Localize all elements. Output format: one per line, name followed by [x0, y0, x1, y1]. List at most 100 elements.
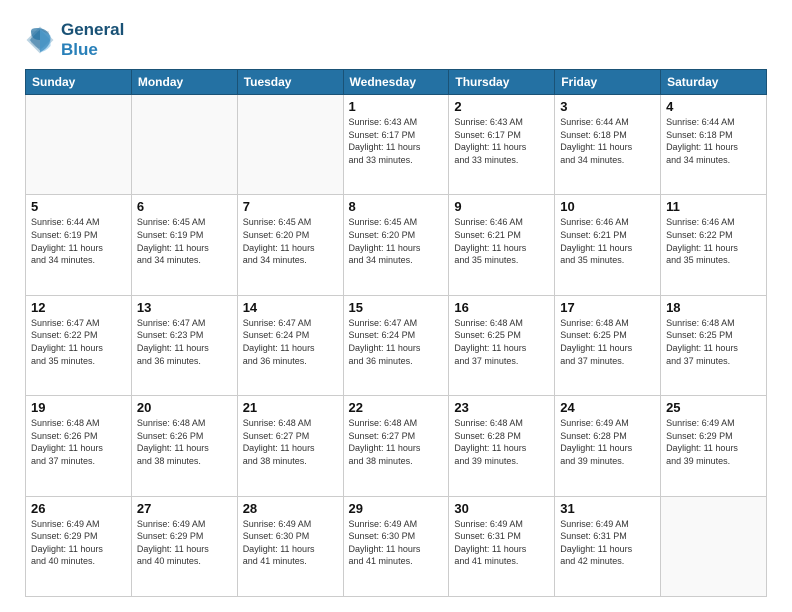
day-info: Sunrise: 6:46 AM Sunset: 6:21 PM Dayligh…: [560, 216, 655, 266]
day-number: 29: [349, 501, 444, 516]
calendar-cell: 5Sunrise: 6:44 AM Sunset: 6:19 PM Daylig…: [26, 195, 132, 295]
day-number: 19: [31, 400, 126, 415]
day-number: 1: [349, 99, 444, 114]
weekday-header-wednesday: Wednesday: [343, 70, 449, 95]
day-number: 7: [243, 199, 338, 214]
calendar-week-4: 19 Sunrise: 6:48 AM Sunset: 6:26 PM Dayli…: [26, 396, 767, 496]
weekday-header-tuesday: Tuesday: [237, 70, 343, 95]
day-number: 17: [560, 300, 655, 315]
logo-text: General Blue: [61, 20, 124, 59]
calendar-cell: 25Sunrise: 6:49 AM Sunset: 6:29 PM Dayli…: [661, 396, 767, 496]
day-number: 24: [560, 400, 655, 415]
day-number: 2: [454, 99, 549, 114]
day-info: Sunrise: 6:46 AM Sunset: 6:22 PM Dayligh…: [666, 216, 761, 266]
calendar-cell: 31 Sunrise: 6:49 AM Sunset: 6:31 PM Dayli…: [555, 496, 661, 596]
day-number: 30: [454, 501, 549, 516]
calendar-cell: 20Sunrise: 6:48 AM Sunset: 6:26 PM Dayli…: [131, 396, 237, 496]
calendar-cell: 27 Sunrise: 6:49 AM Sunset: 6:29 PM Dayli…: [131, 496, 237, 596]
calendar-cell: [26, 95, 132, 195]
day-number: 31: [560, 501, 655, 516]
day-info: Sunrise: 6:47 AM Sunset: 6:22 PM Dayligh…: [31, 317, 126, 367]
calendar-cell: 18 Sunrise: 6:48 AM Sunset: 6:25 PM Dayli…: [661, 295, 767, 395]
day-number: 11: [666, 199, 761, 214]
day-info: Sunrise: 6:49 AM Sunset: 6:30 PM Dayligh…: [349, 518, 444, 568]
day-number: 9: [454, 199, 549, 214]
day-number: 5: [31, 199, 126, 214]
header: General Blue: [25, 20, 767, 59]
calendar-cell: 26 Sunrise: 6:49 AM Sunset: 6:29 PM Dayli…: [26, 496, 132, 596]
day-number: 21: [243, 400, 338, 415]
day-info: Sunrise: 6:48 AM Sunset: 6:26 PM Dayligh…: [31, 417, 126, 467]
weekday-header-friday: Friday: [555, 70, 661, 95]
day-info: Sunrise: 6:46 AM Sunset: 6:21 PM Dayligh…: [454, 216, 549, 266]
day-number: 10: [560, 199, 655, 214]
weekday-header-saturday: Saturday: [661, 70, 767, 95]
day-number: 26: [31, 501, 126, 516]
calendar-table: SundayMondayTuesdayWednesdayThursdayFrid…: [25, 69, 767, 597]
day-info: Sunrise: 6:49 AM Sunset: 6:29 PM Dayligh…: [666, 417, 761, 467]
day-info: Sunrise: 6:47 AM Sunset: 6:24 PM Dayligh…: [349, 317, 444, 367]
day-info: Sunrise: 6:49 AM Sunset: 6:29 PM Dayligh…: [137, 518, 232, 568]
calendar-week-5: 26 Sunrise: 6:49 AM Sunset: 6:29 PM Dayli…: [26, 496, 767, 596]
day-info: Sunrise: 6:48 AM Sunset: 6:28 PM Dayligh…: [454, 417, 549, 467]
calendar-cell: 8Sunrise: 6:45 AM Sunset: 6:20 PM Daylig…: [343, 195, 449, 295]
day-number: 8: [349, 199, 444, 214]
weekday-header-thursday: Thursday: [449, 70, 555, 95]
calendar-cell: 23 Sunrise: 6:48 AM Sunset: 6:28 PM Dayli…: [449, 396, 555, 496]
day-number: 4: [666, 99, 761, 114]
day-number: 18: [666, 300, 761, 315]
day-number: 13: [137, 300, 232, 315]
day-info: Sunrise: 6:48 AM Sunset: 6:25 PM Dayligh…: [454, 317, 549, 367]
day-info: Sunrise: 6:48 AM Sunset: 6:25 PM Dayligh…: [560, 317, 655, 367]
day-number: 15: [349, 300, 444, 315]
day-info: Sunrise: 6:48 AM Sunset: 6:25 PM Dayligh…: [666, 317, 761, 367]
day-info: Sunrise: 6:49 AM Sunset: 6:30 PM Dayligh…: [243, 518, 338, 568]
day-number: 20: [137, 400, 232, 415]
calendar-cell: 16Sunrise: 6:48 AM Sunset: 6:25 PM Dayli…: [449, 295, 555, 395]
calendar-cell: [661, 496, 767, 596]
calendar-cell: 7 Sunrise: 6:45 AM Sunset: 6:20 PM Daylig…: [237, 195, 343, 295]
weekday-header-sunday: Sunday: [26, 70, 132, 95]
day-info: Sunrise: 6:49 AM Sunset: 6:28 PM Dayligh…: [560, 417, 655, 467]
day-info: Sunrise: 6:45 AM Sunset: 6:20 PM Dayligh…: [243, 216, 338, 266]
calendar-cell: 2 Sunrise: 6:43 AM Sunset: 6:17 PM Daylig…: [449, 95, 555, 195]
day-number: 27: [137, 501, 232, 516]
day-info: Sunrise: 6:49 AM Sunset: 6:31 PM Dayligh…: [454, 518, 549, 568]
day-number: 28: [243, 501, 338, 516]
day-info: Sunrise: 6:47 AM Sunset: 6:23 PM Dayligh…: [137, 317, 232, 367]
day-info: Sunrise: 6:44 AM Sunset: 6:18 PM Dayligh…: [560, 116, 655, 166]
day-number: 6: [137, 199, 232, 214]
calendar-cell: 28 Sunrise: 6:49 AM Sunset: 6:30 PM Dayli…: [237, 496, 343, 596]
weekday-header-monday: Monday: [131, 70, 237, 95]
day-info: Sunrise: 6:48 AM Sunset: 6:27 PM Dayligh…: [243, 417, 338, 467]
day-info: Sunrise: 6:45 AM Sunset: 6:19 PM Dayligh…: [137, 216, 232, 266]
calendar-cell: 21 Sunrise: 6:48 AM Sunset: 6:27 PM Dayli…: [237, 396, 343, 496]
calendar-cell: 1 Sunrise: 6:43 AM Sunset: 6:17 PM Daylig…: [343, 95, 449, 195]
day-info: Sunrise: 6:49 AM Sunset: 6:29 PM Dayligh…: [31, 518, 126, 568]
calendar-cell: 22Sunrise: 6:48 AM Sunset: 6:27 PM Dayli…: [343, 396, 449, 496]
calendar-week-1: 1 Sunrise: 6:43 AM Sunset: 6:17 PM Daylig…: [26, 95, 767, 195]
weekday-header-row: SundayMondayTuesdayWednesdayThursdayFrid…: [26, 70, 767, 95]
day-info: Sunrise: 6:43 AM Sunset: 6:17 PM Dayligh…: [454, 116, 549, 166]
day-info: Sunrise: 6:43 AM Sunset: 6:17 PM Dayligh…: [349, 116, 444, 166]
calendar-cell: 10 Sunrise: 6:46 AM Sunset: 6:21 PM Dayli…: [555, 195, 661, 295]
calendar-cell: 19 Sunrise: 6:48 AM Sunset: 6:26 PM Dayli…: [26, 396, 132, 496]
calendar-cell: 24 Sunrise: 6:49 AM Sunset: 6:28 PM Dayli…: [555, 396, 661, 496]
calendar-cell: 29 Sunrise: 6:49 AM Sunset: 6:30 PM Dayli…: [343, 496, 449, 596]
day-number: 3: [560, 99, 655, 114]
calendar-cell: 17 Sunrise: 6:48 AM Sunset: 6:25 PM Dayli…: [555, 295, 661, 395]
day-info: Sunrise: 6:48 AM Sunset: 6:27 PM Dayligh…: [349, 417, 444, 467]
day-number: 23: [454, 400, 549, 415]
calendar-cell: 13 Sunrise: 6:47 AM Sunset: 6:23 PM Dayli…: [131, 295, 237, 395]
calendar-cell: [237, 95, 343, 195]
calendar-cell: 4 Sunrise: 6:44 AM Sunset: 6:18 PM Daylig…: [661, 95, 767, 195]
day-info: Sunrise: 6:49 AM Sunset: 6:31 PM Dayligh…: [560, 518, 655, 568]
day-info: Sunrise: 6:44 AM Sunset: 6:18 PM Dayligh…: [666, 116, 761, 166]
calendar-cell: 12Sunrise: 6:47 AM Sunset: 6:22 PM Dayli…: [26, 295, 132, 395]
page: General Blue SundayMondayTuesdayWednesda…: [0, 0, 792, 612]
calendar-cell: 11 Sunrise: 6:46 AM Sunset: 6:22 PM Dayli…: [661, 195, 767, 295]
calendar-cell: 9 Sunrise: 6:46 AM Sunset: 6:21 PM Daylig…: [449, 195, 555, 295]
logo-icon: [25, 25, 55, 55]
calendar-cell: 15 Sunrise: 6:47 AM Sunset: 6:24 PM Dayli…: [343, 295, 449, 395]
calendar-cell: 30 Sunrise: 6:49 AM Sunset: 6:31 PM Dayli…: [449, 496, 555, 596]
